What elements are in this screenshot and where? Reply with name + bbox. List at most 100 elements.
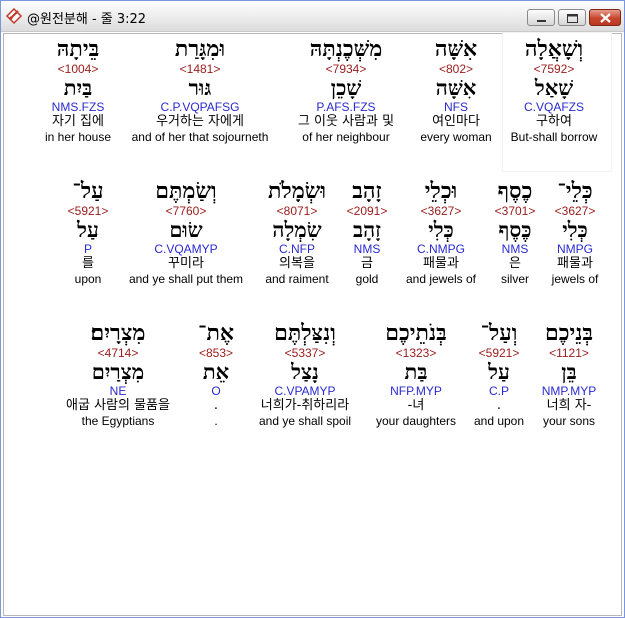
english-gloss: every woman <box>420 130 492 144</box>
hebrew-lemma: שִׂמְלָה <box>272 217 322 242</box>
english-gloss: and ye shall spoil <box>258 414 352 428</box>
hebrew-word: וְנִצַּלְתֶּם <box>274 320 336 346</box>
word-cell[interactable]: וּכְלֵי <3627> כְּלִי C.NMPG 패물과 and jew… <box>406 178 476 286</box>
word-cell[interactable]: וְנִצַּלְתֶּם <5337> נָצַל C.VPAMYP 너희가-… <box>259 320 351 428</box>
morph-code: C.P <box>488 384 509 398</box>
hebrew-word: וְשַׂמְתֶּם <box>155 178 217 204</box>
hebrew-word: בְּנֵיכֶם <box>544 320 593 346</box>
morph-code: C.VQAMYP <box>154 242 218 256</box>
strong-number: <2091> <box>346 204 388 218</box>
strong-number: <1481> <box>179 62 221 76</box>
korean-gloss: 패물과 <box>423 256 459 271</box>
hebrew-lemma: עַל <box>488 359 510 384</box>
maximize-icon <box>567 14 578 23</box>
english-gloss: . <box>214 414 218 428</box>
english-gloss: silver <box>500 272 529 286</box>
word-cell[interactable]: כְּלֵי־ <3627> כְּלִי NMPG 패물과 jewels of <box>552 178 599 286</box>
word-cell[interactable]: וְעַל־ <5921> עַל C.P . and upon <box>474 320 524 428</box>
korean-gloss: 의복을 <box>279 256 315 271</box>
strong-number: <3627> <box>554 204 596 218</box>
word-cell[interactable]: בֵּיתָהּ <1004> בַּיִת NMS.FZS 자기 집에 in … <box>45 36 111 144</box>
word-cell[interactable]: זָהָב <2091> זָהָב NMS 금 gold <box>347 178 388 286</box>
english-gloss: and jewels of <box>405 272 477 286</box>
close-button[interactable] <box>589 9 621 26</box>
english-gloss: and raiment <box>265 272 329 286</box>
strong-number: <5921> <box>67 204 109 218</box>
strong-number: <1323> <box>395 346 437 360</box>
hebrew-lemma: עַל <box>77 217 99 242</box>
word-cell[interactable]: עַל־ <5921> עַל P 를 upon <box>68 178 109 286</box>
strong-number: <7592> <box>533 62 575 76</box>
hebrew-lemma: זָהָב <box>352 217 382 242</box>
hebrew-word: זָהָב <box>352 178 382 204</box>
hebrew-lemma: שָׁאַל <box>534 75 574 100</box>
strong-number: <1004> <box>57 62 99 76</box>
english-gloss: your sons <box>542 414 596 428</box>
morph-code: NMS <box>353 242 381 256</box>
strong-number: <3627> <box>420 204 462 218</box>
english-gloss: upon <box>74 272 102 286</box>
hebrew-word: וְעַל־ <box>480 320 518 346</box>
korean-gloss: . <box>496 398 502 413</box>
morph-code: NE <box>109 384 127 398</box>
hebrew-word: אֶת־ <box>198 320 234 346</box>
word-cell[interactable]: מִצְרָיִם׃ <4714> מִצְרַיִם NE 애굽 사람의 물품… <box>66 320 170 428</box>
morph-code: NMP.MYP <box>541 384 597 398</box>
korean-gloss: 자기 집에 <box>52 114 104 129</box>
hebrew-word: כֶסֶף <box>497 178 533 204</box>
hebrew-lemma: בֵּן <box>561 359 577 384</box>
morph-code: C.VQAFZS <box>523 100 585 114</box>
morph-code: NMS <box>501 242 529 256</box>
strong-number: <853> <box>198 346 234 360</box>
morph-code: C.NMPG <box>416 242 465 256</box>
hebrew-word: וּשְׂמָלֹת <box>268 178 326 204</box>
korean-gloss: 금 <box>361 256 373 271</box>
english-gloss: and upon <box>473 414 525 428</box>
word-cell[interactable]: כֶסֶף <3701> כֶּסֶף NMS 은 silver <box>495 178 536 286</box>
hebrew-lemma: נָצַל <box>291 359 319 384</box>
strong-number: <5337> <box>284 346 326 360</box>
english-gloss: in her house <box>44 130 112 144</box>
hebrew-word: בֵּיתָהּ <box>56 36 100 62</box>
hebrew-lemma: שׂוּם <box>169 217 203 242</box>
morph-code: NMPG <box>557 242 593 256</box>
word-cell[interactable]: וְשָׁאֲלָה <7592> שָׁאַל C.VQAFZS 구하여 Bu… <box>511 36 598 144</box>
hebrew-lemma: כֶּסֶף <box>498 217 532 242</box>
minimize-button[interactable] <box>527 9 555 26</box>
morph-code: NMS.FZS <box>51 100 105 114</box>
korean-gloss: . <box>213 398 219 413</box>
korean-gloss: 우거하는 자에게 <box>156 114 244 129</box>
strong-number: <4714> <box>97 346 139 360</box>
hebrew-word: בְּנֹתֵיכֶם <box>385 320 447 346</box>
word-cell[interactable]: וּמִגָּרַת <1481> גּוּר C.P.VQPAFSG 우거하는… <box>132 36 269 144</box>
hebrew-word: עַל־ <box>72 178 104 204</box>
word-cell[interactable]: בְּנֵיכֶם <1121> בֵּן NMP.MYP 너희 자- your… <box>542 320 596 428</box>
hebrew-word: מִשְּׁכֶנְתָּהּ <box>309 36 383 62</box>
english-gloss: But-shall borrow <box>510 130 598 144</box>
hebrew-lemma: אֵת <box>202 359 230 384</box>
word-cell[interactable]: וְשַׂמְתֶּם <7760> שׂוּם C.VQAMYP 꾸미라 an… <box>129 178 243 286</box>
hebrew-lemma: שָׁכֵן <box>330 75 362 100</box>
korean-gloss: 여인마다 <box>432 114 480 129</box>
korean-gloss: 애굽 사람의 물품을 <box>66 398 170 413</box>
maximize-button[interactable] <box>558 9 586 26</box>
morph-code: C.NFP <box>279 242 315 256</box>
english-gloss: jewels of <box>551 272 599 286</box>
minimize-icon <box>537 20 546 22</box>
app-icon <box>5 7 23 25</box>
word-cell[interactable]: מִשְּׁכֶנְתָּהּ <7934> שָׁכֵן P.AFS.FZS … <box>298 36 394 144</box>
hebrew-word: כְּלֵי־ <box>557 178 593 204</box>
word-cell[interactable]: אִשָּׁה <802> אִשָּׁה NFS 여인마다 every wom… <box>420 36 491 144</box>
word-cell[interactable]: בְּנֹתֵיכֶם <1323> בַּת NFP.MYP -녀 your … <box>376 320 456 428</box>
english-gloss: and of her that sojourneth <box>131 130 269 144</box>
word-cell[interactable]: וּשְׂמָלֹת <8071> שִׂמְלָה C.NFP 의복을 and… <box>265 178 328 286</box>
close-icon <box>600 13 611 23</box>
korean-gloss: 너희 자- <box>546 398 592 413</box>
strong-number: <8071> <box>276 204 318 218</box>
korean-gloss: 꾸미라 <box>168 256 204 271</box>
korean-gloss: 은 <box>509 256 521 271</box>
title-bar[interactable]: @원전분해 - 줄 3:22 <box>1 1 624 32</box>
morph-code: C.VPAMYP <box>274 384 336 398</box>
english-gloss: of her neighbour <box>302 130 390 144</box>
word-cell[interactable]: אֶת־ <853> אֵת O . . <box>198 320 234 428</box>
